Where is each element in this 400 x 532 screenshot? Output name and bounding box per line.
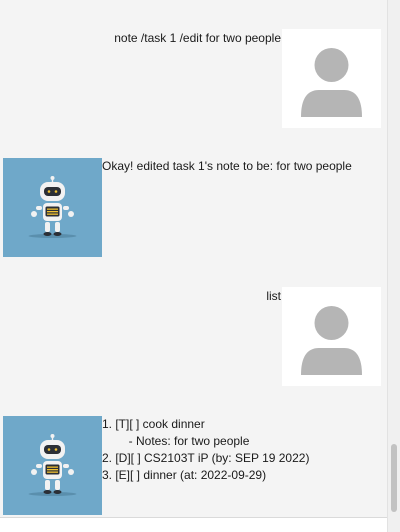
task-list-item: 1. [T][ ] cook dinner bbox=[102, 417, 205, 431]
message-input-area[interactable] bbox=[0, 517, 387, 532]
user-avatar bbox=[282, 29, 381, 128]
robot-icon bbox=[28, 176, 77, 238]
task-note-line: - Notes: for two people bbox=[102, 434, 250, 448]
vertical-scrollbar[interactable] bbox=[387, 0, 400, 532]
chat-pane[interactable]: note /task 1 /edit for two people Okay! … bbox=[0, 0, 387, 517]
task-list-item: 2. [D][ ] CS2103T iP (by: SEP 19 2022) bbox=[102, 451, 310, 465]
user-placeholder-icon bbox=[301, 48, 362, 117]
user-message-text: list bbox=[266, 289, 281, 303]
bot-avatar bbox=[3, 416, 102, 515]
bot-avatar bbox=[3, 158, 102, 257]
user-message-text: note /task 1 /edit for two people bbox=[114, 31, 281, 45]
task-list-item: 3. [E][ ] dinner (at: 2022-09-29) bbox=[102, 468, 267, 482]
scrollbar-thumb[interactable] bbox=[391, 444, 397, 512]
user-placeholder-icon bbox=[301, 306, 362, 375]
task-list-message: 1. [T][ ] cook dinner - Notes: for two p… bbox=[102, 416, 309, 484]
app-window: note /task 1 /edit for two people Okay! … bbox=[0, 0, 400, 532]
user-avatar bbox=[282, 287, 381, 386]
robot-icon bbox=[28, 434, 77, 496]
bot-message-text: Okay! edited task 1's note to be: for tw… bbox=[102, 159, 352, 173]
